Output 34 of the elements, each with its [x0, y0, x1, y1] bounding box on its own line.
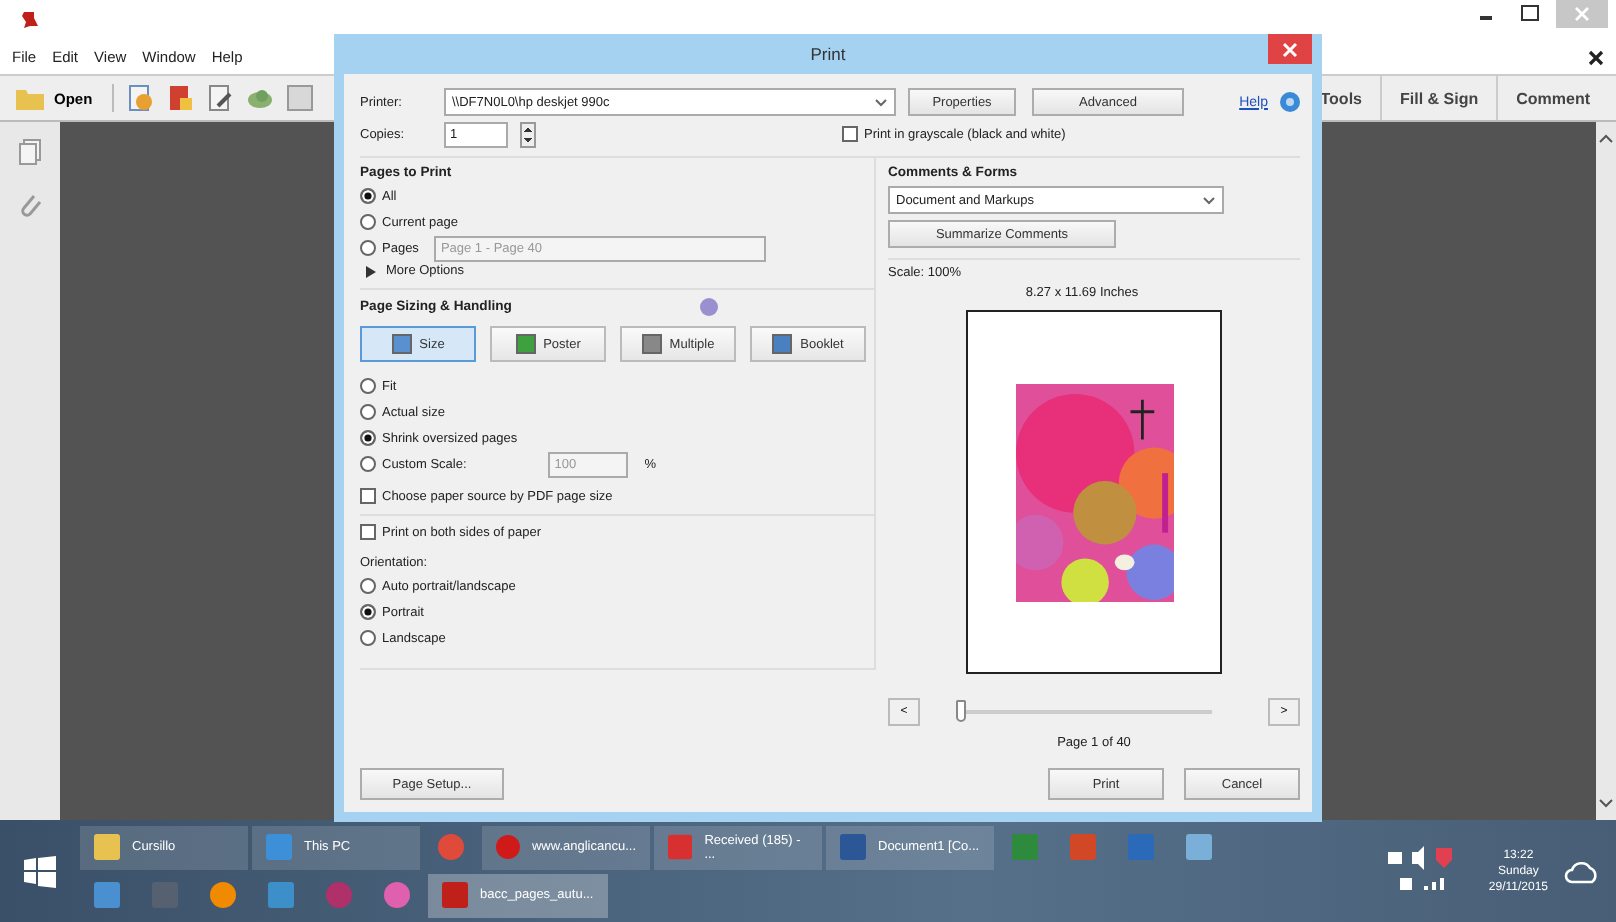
mode-icon [391, 334, 412, 354]
cloud-icon[interactable] [1564, 859, 1600, 883]
paperclip-icon[interactable] [18, 190, 42, 218]
radio-button[interactable] [360, 404, 376, 420]
pages-icon[interactable] [18, 138, 42, 166]
radio-button[interactable] [360, 604, 376, 620]
spinner-icon[interactable] [520, 121, 536, 147]
mode-icon [641, 334, 662, 354]
help-icon[interactable] [1280, 92, 1300, 112]
dialog-title: Print [810, 44, 846, 64]
mode-icon [772, 334, 793, 354]
scroll-down-icon[interactable] [1598, 796, 1614, 812]
radio-button[interactable] [360, 456, 376, 472]
radio-button[interactable] [360, 578, 376, 594]
panel-tab[interactable]: Comment [1496, 76, 1608, 120]
close-document-icon[interactable] [1588, 49, 1604, 65]
radio-button[interactable] [360, 214, 376, 230]
radio-button[interactable] [360, 240, 376, 256]
pdf-app-icon [20, 10, 40, 30]
radio-button[interactable] [360, 630, 376, 646]
page-slider-thumb[interactable] [956, 700, 966, 722]
scroll-up-icon[interactable] [1598, 130, 1614, 146]
chevron-down-icon [1202, 195, 1216, 205]
mode-icon [515, 334, 536, 354]
radio-button[interactable] [360, 378, 376, 394]
close-icon[interactable] [1268, 34, 1312, 64]
expand-triangle-icon[interactable] [366, 265, 376, 277]
info-icon[interactable] [699, 298, 718, 316]
chevron-down-icon [874, 97, 888, 107]
radio-button[interactable] [360, 188, 376, 204]
start-icon[interactable] [24, 855, 56, 887]
radio-button[interactable] [360, 430, 376, 446]
edit-document-icon[interactable] [206, 84, 235, 112]
panel-tab[interactable]: Fill & Sign [1380, 76, 1497, 120]
